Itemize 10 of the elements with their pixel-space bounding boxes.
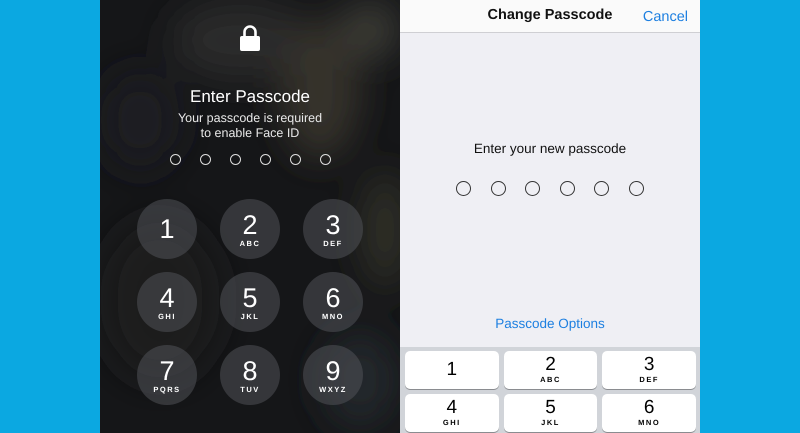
lock-title: Enter Passcode [190, 87, 310, 108]
message-text: to enable Face ID [200, 126, 300, 142]
passcode-options-link[interactable]: Passcode Options [495, 314, 605, 334]
prompt-text: Enter your new passcode [472, 140, 628, 158]
lock-icon [240, 25, 260, 51]
keypad-key[interactable]: 1 [137, 199, 197, 260]
message-text: Your passcode is required [178, 111, 322, 126]
nav-title: Change Passcode [488, 6, 612, 26]
keypad-key[interactable]: 1 [405, 350, 499, 388]
cancel-button[interactable]: Cancel [642, 7, 688, 29]
